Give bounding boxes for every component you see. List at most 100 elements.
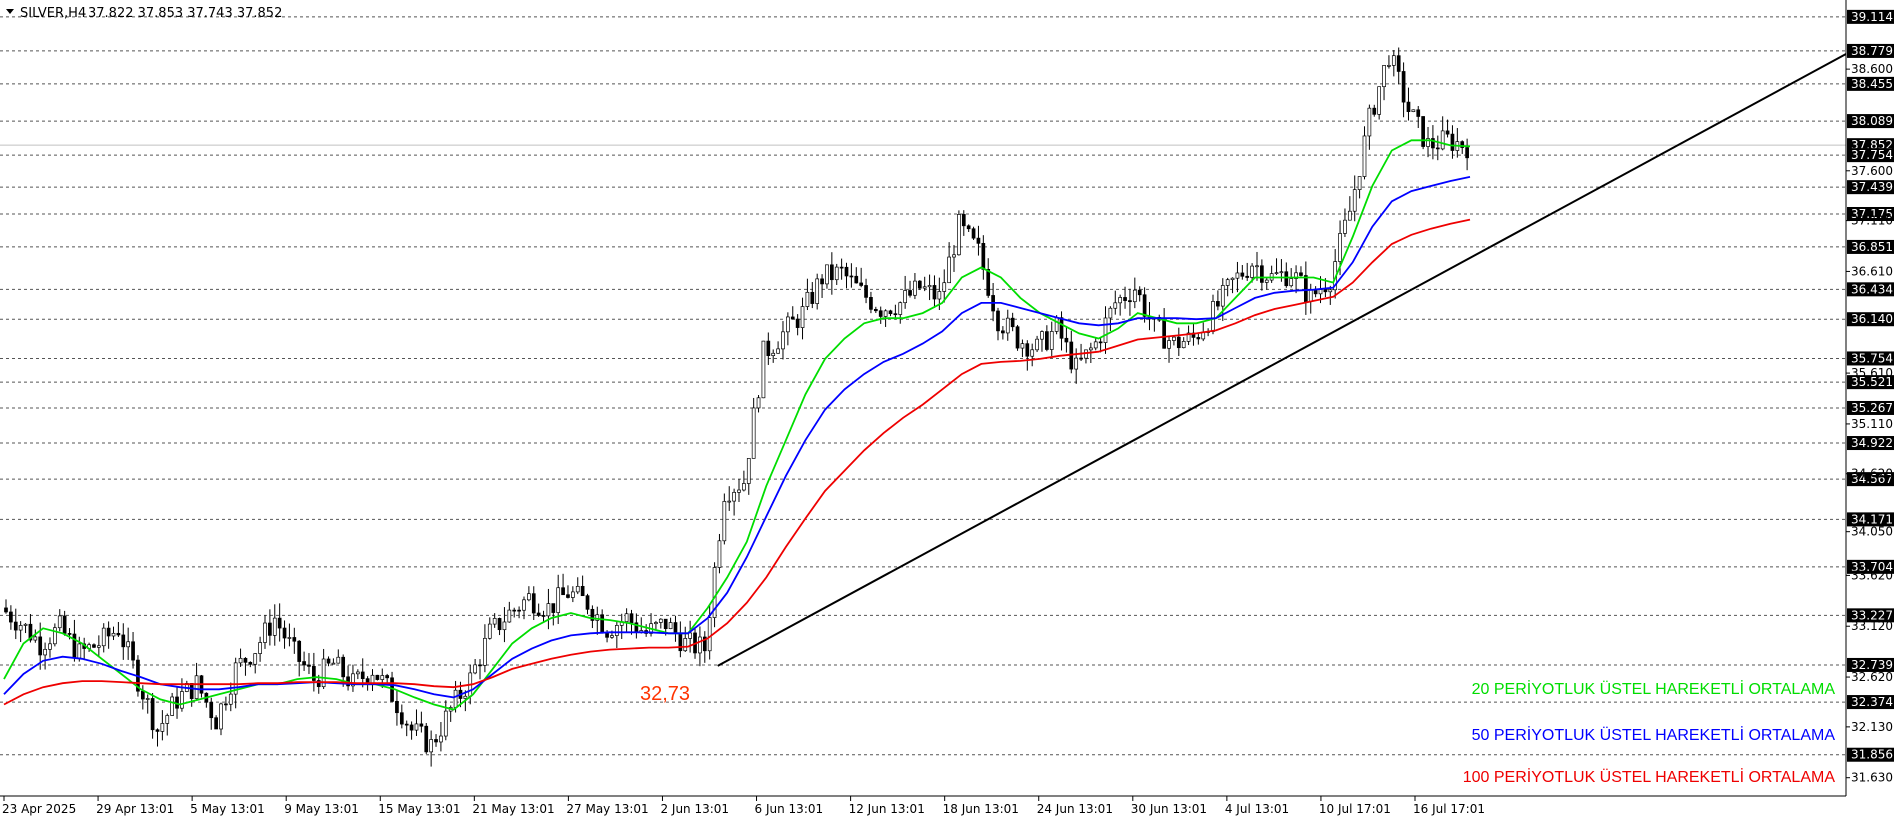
- x-tick-label: 27 May 13:01: [566, 802, 648, 816]
- candle-body: [732, 491, 736, 502]
- candle-body: [1167, 340, 1171, 349]
- candle-body: [673, 622, 678, 634]
- candle-body: [355, 671, 360, 675]
- candle-body: [1128, 300, 1132, 303]
- candle-body: [145, 698, 150, 700]
- y-tick-label: 32.130: [1851, 720, 1893, 734]
- candle-body: [62, 615, 67, 634]
- candle-body: [854, 275, 859, 284]
- candle-body: [1411, 109, 1416, 112]
- y-tick-label: 34.050: [1851, 525, 1893, 539]
- candle-body: [297, 640, 302, 662]
- candle-body: [180, 691, 184, 709]
- candle-body: [536, 612, 541, 616]
- candle-body: [580, 586, 585, 597]
- level-label: 34.922: [1851, 436, 1893, 450]
- candle-body: [898, 302, 903, 315]
- candle-body: [746, 458, 751, 484]
- candle-body: [566, 594, 570, 598]
- candle-body: [742, 483, 746, 491]
- candle-body: [1030, 349, 1035, 357]
- candle-body: [1465, 147, 1469, 159]
- candle-body: [1343, 219, 1347, 234]
- candle-body: [820, 278, 824, 285]
- x-tick-label: 30 Jun 13:01: [1131, 802, 1207, 816]
- candle-body: [395, 701, 399, 714]
- candle-body: [121, 634, 126, 648]
- candle-body: [1108, 307, 1113, 319]
- candle-body: [932, 285, 937, 300]
- candle-body: [258, 642, 262, 654]
- candle-body: [434, 739, 438, 743]
- candle-body: [404, 723, 409, 726]
- x-tick-label: 24 Jun 13:01: [1037, 802, 1113, 816]
- candle-body: [302, 661, 306, 666]
- low-annotation: 32,73: [640, 683, 690, 705]
- candle-body: [243, 657, 248, 663]
- candle-body: [370, 674, 375, 684]
- candle-body: [53, 627, 57, 645]
- candle-body: [1347, 210, 1352, 221]
- candle-body: [106, 627, 111, 637]
- candle-body: [131, 641, 135, 661]
- candle-body: [385, 675, 390, 679]
- legend-ema100: 100 PERİYOTLUK ÜSTEL HAREKETLİ ORTALAMA: [1463, 767, 1836, 786]
- price-chart[interactable]: 39.11438.77938.45538.08937.85237.75437.4…: [0, 0, 1896, 820]
- candle-body: [1382, 65, 1386, 88]
- legend-ema20: 20 PERİYOTLUK ÜSTEL HAREKETLİ ORTALAMA: [1472, 679, 1836, 698]
- candle-body: [1064, 337, 1069, 343]
- candle-body: [614, 625, 619, 636]
- candle-body: [1440, 130, 1445, 150]
- candle-body: [927, 285, 932, 288]
- candle-body: [883, 310, 888, 317]
- candle-body: [189, 683, 194, 699]
- candle-body: [517, 609, 521, 612]
- candle-body: [253, 653, 258, 665]
- candle-body: [1025, 343, 1030, 357]
- y-tick-label: 35.610: [1851, 366, 1893, 380]
- candle-body: [463, 695, 468, 699]
- legend-ema50: 50 PERİYOTLUK ÜSTEL HAREKETLİ ORTALAMA: [1472, 725, 1836, 744]
- candle-body: [38, 636, 43, 656]
- x-tick-label: 5 May 13:01: [190, 802, 265, 816]
- candle-body: [698, 636, 702, 654]
- candle-body: [996, 310, 1000, 332]
- level-label: 35.267: [1851, 401, 1893, 415]
- candle-body: [600, 614, 605, 633]
- x-tick-label: 21 May 13:01: [472, 802, 554, 816]
- candle-body: [800, 306, 805, 328]
- candle-body: [23, 623, 28, 626]
- candle-body: [165, 715, 170, 724]
- candle-body: [878, 310, 883, 317]
- candle-body: [654, 622, 658, 625]
- level-label: 39.114: [1851, 10, 1893, 24]
- candle-body: [1406, 101, 1411, 112]
- x-tick-label: 2 Jun 13:01: [660, 802, 729, 816]
- candle-body: [1132, 289, 1137, 303]
- ohlc-values: 37.822 37.853 37.743 37.852: [88, 6, 282, 21]
- candle-body: [1279, 271, 1284, 274]
- candle-body: [1308, 289, 1313, 302]
- candle-body: [67, 633, 72, 635]
- candle-body: [272, 617, 277, 636]
- candle-body: [908, 290, 912, 296]
- candle-body: [1387, 65, 1391, 67]
- candle-body: [126, 641, 131, 648]
- candle-body: [1088, 347, 1093, 351]
- candle-body: [864, 285, 868, 298]
- candle-body: [815, 278, 820, 304]
- candle-body: [981, 242, 986, 270]
- candle-body: [13, 621, 18, 631]
- candle-body: [1304, 275, 1308, 302]
- candle-body: [859, 282, 864, 286]
- candle-body: [336, 656, 341, 664]
- candle-body: [326, 658, 331, 664]
- candle-body: [575, 586, 580, 593]
- candle-body: [522, 599, 526, 611]
- x-tick-label: 15 May 13:01: [378, 802, 460, 816]
- candle-body: [1245, 275, 1250, 278]
- candle-body: [1093, 341, 1098, 349]
- candle-body: [571, 591, 575, 598]
- candle-body: [952, 254, 956, 258]
- candle-body: [1445, 130, 1450, 135]
